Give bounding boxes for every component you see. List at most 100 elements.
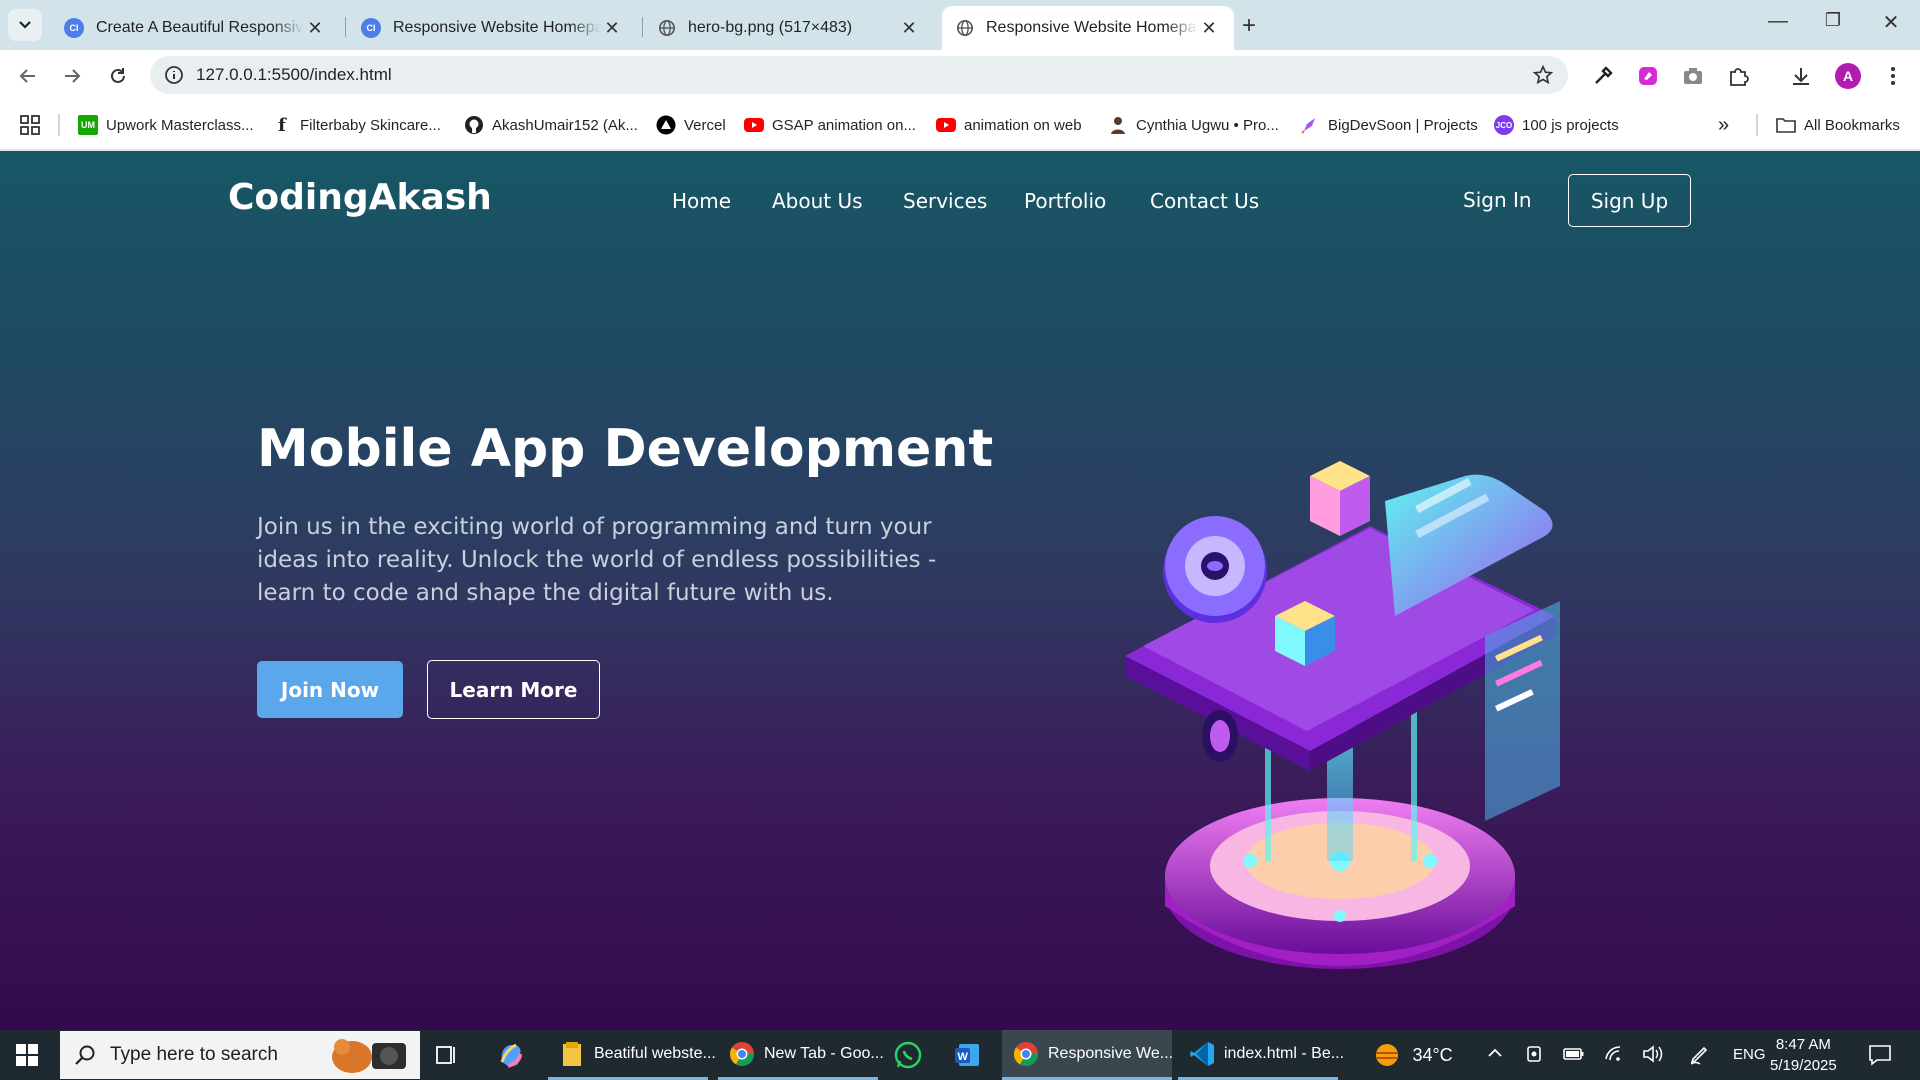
vscode-icon	[1190, 1041, 1214, 1066]
more-bookmarks-chevron-icon[interactable]: »	[1718, 113, 1729, 137]
menu-kebab-icon[interactable]	[1880, 63, 1906, 89]
bookmark-item[interactable]: f Filterbaby Skincare...	[272, 113, 441, 137]
bookmark-item[interactable]: AkashUmair152 (Ak...	[464, 113, 638, 137]
restore-button[interactable]: ❐	[1813, 10, 1853, 31]
bookmark-item[interactable]: UM Upwork Masterclass...	[78, 113, 254, 137]
profile-avatar[interactable]: A	[1835, 63, 1861, 89]
apps-grid-button[interactable]	[20, 113, 40, 137]
taskbar-app[interactable]: W	[953, 1030, 989, 1080]
tab-search-button[interactable]	[8, 9, 42, 41]
svg-text:W: W	[958, 1051, 969, 1063]
vercel-icon	[656, 115, 676, 135]
apps-grid-icon	[20, 115, 40, 135]
tab-title: Create A Beautiful Responsive W	[96, 19, 304, 36]
address-bar[interactable]: 127.0.0.1:5500/index.html	[150, 56, 1568, 94]
battery-icon[interactable]	[1563, 1044, 1585, 1069]
taskbar-app[interactable]: index.html - Be...	[1178, 1030, 1344, 1080]
bookmark-label: animation on web	[964, 116, 1082, 134]
task-view-button[interactable]	[434, 1030, 458, 1080]
tab-divider	[642, 17, 643, 37]
tray-overflow-chevron-icon[interactable]	[1486, 1044, 1504, 1067]
taskbar-app-active[interactable]: Responsive We...	[1002, 1030, 1173, 1080]
forward-button[interactable]	[58, 62, 86, 90]
bookmark-label: 100 js projects	[1522, 116, 1619, 134]
hero-description: Join us in the exciting world of program…	[257, 514, 937, 606]
sign-in-link[interactable]: Sign In	[1463, 188, 1532, 212]
bookmark-label: GSAP animation on...	[772, 116, 916, 134]
youtube-icon	[936, 115, 956, 135]
youtube-icon	[744, 115, 764, 135]
close-icon[interactable]: ✕	[1198, 18, 1220, 39]
page-viewport: CodingAkash Home About Us Services Portf…	[0, 151, 1920, 1030]
weather-temp: 34°C	[1412, 1044, 1453, 1065]
copilot-button[interactable]	[496, 1030, 526, 1080]
back-arrow-icon	[19, 69, 35, 83]
camera-extension-icon[interactable]	[1680, 63, 1706, 89]
browser-tab[interactable]: CI Create A Beautiful Responsive W ✕	[50, 6, 340, 50]
bookmark-item[interactable]: animation on web	[936, 113, 1082, 137]
chrome-icon	[730, 1041, 754, 1066]
bookmark-star-icon[interactable]	[1532, 64, 1554, 86]
tab-divider	[345, 17, 346, 37]
sign-up-button[interactable]: Sign Up	[1568, 174, 1691, 227]
browser-tab[interactable]: hero-bg.png (517×483) ✕	[644, 6, 934, 50]
bookmarks-bar: UM Upwork Masterclass... f Filterbaby Sk…	[0, 100, 1920, 150]
bookmark-item[interactable]: GSAP animation on...	[744, 113, 916, 137]
nav-portfolio[interactable]: Portfolio	[1024, 189, 1106, 213]
browser-tab-active[interactable]: Responsive Website Homepage ✕	[942, 6, 1234, 50]
extensions-puzzle-icon[interactable]	[1725, 63, 1751, 89]
language-indicator[interactable]: ENG	[1733, 1046, 1766, 1063]
taskbar-search-box[interactable]: Type here to search	[60, 1031, 420, 1079]
browser-tab[interactable]: CI Responsive Website Homepage ✕	[347, 6, 637, 50]
close-window-button[interactable]: ✕	[1871, 10, 1911, 35]
back-button[interactable]	[14, 62, 42, 90]
weather-sun-icon	[1376, 1044, 1398, 1066]
bookmark-divider	[1756, 114, 1758, 136]
taskbar-app-label: index.html - Be...	[1224, 1044, 1345, 1062]
tab-title: Responsive Website Homepage	[393, 19, 601, 36]
site-info-icon[interactable]	[164, 65, 184, 85]
forward-arrow-icon	[65, 69, 81, 83]
bookmark-divider	[58, 114, 60, 136]
nav-services[interactable]: Services	[903, 189, 987, 213]
close-icon[interactable]: ✕	[898, 18, 920, 39]
nav-contact-us[interactable]: Contact Us	[1150, 189, 1259, 213]
join-now-button[interactable]: Join Now	[257, 661, 403, 718]
weather-widget[interactable]: 34°C	[1372, 1040, 1453, 1070]
nav-home[interactable]: Home	[672, 189, 731, 213]
eyedropper-extension-icon[interactable]	[1590, 63, 1616, 89]
taskbar-app[interactable]: New Tab - Goo...	[718, 1030, 884, 1080]
bookmark-label: Vercel	[684, 116, 726, 134]
windows-taskbar: Type here to search Beatiful webste... N…	[0, 1030, 1920, 1080]
new-tab-button[interactable]: +	[1242, 12, 1256, 40]
wifi-icon[interactable]	[1604, 1044, 1624, 1069]
minimize-button[interactable]: —	[1758, 10, 1798, 33]
close-icon[interactable]: ✕	[601, 18, 623, 39]
bookmark-item[interactable]: JCO 100 js projects	[1494, 113, 1619, 137]
notifications-icon[interactable]	[1868, 1044, 1892, 1071]
folder-icon	[1776, 115, 1796, 135]
all-bookmarks-button[interactable]: All Bookmarks	[1776, 113, 1900, 137]
site-logo[interactable]: CodingAkash	[228, 177, 492, 218]
bookmark-item[interactable]: Cynthia Ugwu • Pro...	[1108, 113, 1279, 137]
taskbar-app[interactable]	[894, 1030, 930, 1080]
learn-more-button[interactable]: Learn More	[427, 660, 600, 719]
bookmark-item[interactable]: BigDevSoon | Projects	[1300, 113, 1478, 137]
globe-icon	[956, 19, 974, 37]
bookmark-item[interactable]: Vercel	[656, 113, 726, 137]
taskbar-app[interactable]: Beatiful webste...	[548, 1030, 716, 1080]
downloads-icon[interactable]	[1788, 63, 1814, 89]
meet-now-icon[interactable]	[1525, 1044, 1545, 1069]
pen-menu-icon[interactable]	[1688, 1044, 1710, 1071]
close-icon[interactable]: ✕	[304, 18, 326, 39]
pink-extension-icon[interactable]	[1635, 63, 1661, 89]
windows-start-icon[interactable]	[16, 1044, 38, 1066]
bookmark-label: AkashUmair152 (Ak...	[492, 116, 638, 134]
volume-icon[interactable]	[1642, 1044, 1664, 1069]
globe-icon	[658, 19, 676, 37]
system-clock[interactable]: 8:47 AM 5/19/2025	[1770, 1034, 1837, 1076]
taskbar-app-label: New Tab - Goo...	[764, 1044, 884, 1062]
nav-about-us[interactable]: About Us	[772, 189, 863, 213]
hero-isometric-illustration	[1125, 461, 1560, 969]
reload-button[interactable]	[104, 62, 132, 90]
